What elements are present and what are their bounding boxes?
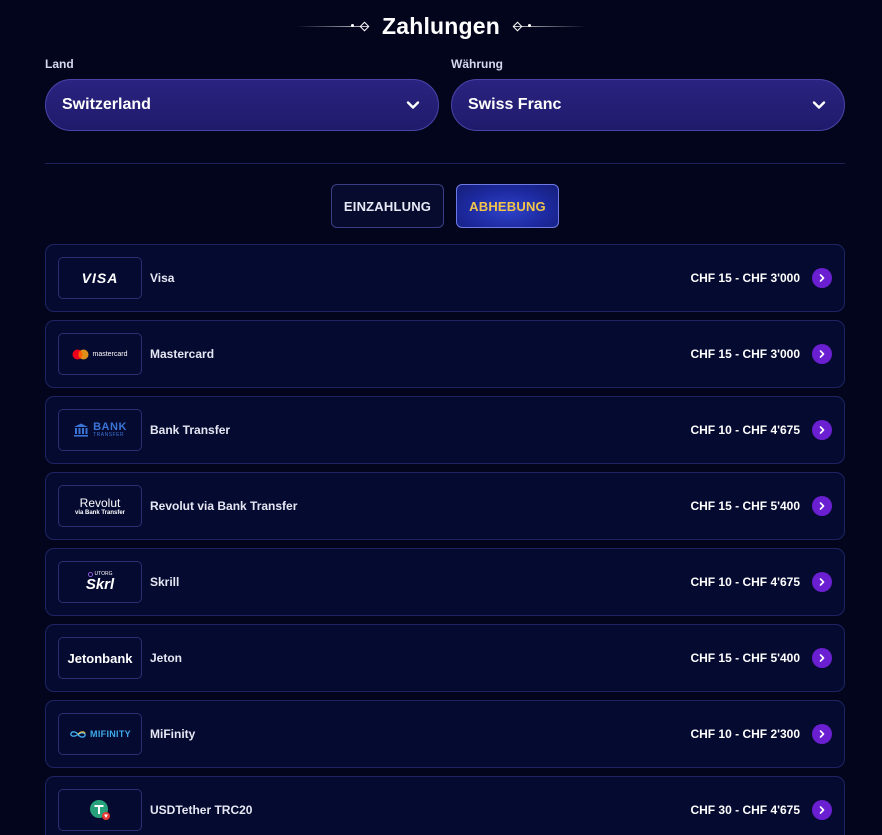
payment-method-name: Visa: [150, 271, 175, 285]
payment-method-name: Bank Transfer: [150, 423, 231, 437]
payment-method-name: Jeton: [150, 651, 183, 665]
payment-limits: CHF 15 - CHF 5'400: [690, 499, 800, 513]
bank-transfer-logo: BANK TRANSFER: [58, 409, 142, 451]
chevron-right-icon[interactable]: [812, 724, 832, 744]
jeton-logo: Jetonbank: [58, 637, 142, 679]
payment-method-name: Skrill: [150, 575, 180, 589]
currency-select[interactable]: Swiss Franc: [451, 79, 845, 131]
payment-method-name: USDTether TRC20: [150, 803, 253, 817]
chevron-right-icon[interactable]: [812, 420, 832, 440]
payment-limits: CHF 30 - CHF 4'675: [690, 803, 800, 817]
payment-row-jeton[interactable]: Jetonbank Jeton CHF 15 - CHF 5'400: [45, 624, 845, 692]
payment-row-mifinity[interactable]: MIFINITY MiFinity CHF 10 - CHF 2'300: [45, 700, 845, 768]
section-divider: [45, 163, 845, 164]
payment-row-mastercard[interactable]: mastercard Mastercard CHF 15 - CHF 3'000: [45, 320, 845, 388]
tab-deposit[interactable]: EINZAHLUNG: [331, 184, 444, 228]
mastercard-logo: mastercard: [58, 333, 142, 375]
skrill-logo: UTORG Skrl: [58, 561, 142, 603]
tab-withdrawal[interactable]: ABHEBUNG: [456, 184, 559, 228]
chevron-down-icon: [812, 101, 826, 109]
chevron-right-icon[interactable]: [812, 268, 832, 288]
mastercard-circles-icon: [72, 349, 89, 359]
visa-logo: VISA: [58, 257, 142, 299]
payment-method-name: Mastercard: [150, 347, 215, 361]
usdt-logo: [58, 789, 142, 831]
country-select[interactable]: Switzerland: [45, 79, 439, 131]
country-select-value: Switzerland: [62, 96, 151, 113]
mifinity-logo: MIFINITY: [58, 713, 142, 755]
revolut-logo: Revolut via Bank Transfer: [58, 485, 142, 527]
title-ornament-left: [295, 21, 370, 31]
payment-limits: CHF 15 - CHF 3'000: [690, 347, 800, 361]
country-label: Land: [45, 57, 74, 71]
payment-limits: CHF 10 - CHF 4'675: [690, 423, 800, 437]
payment-method-name: Revolut via Bank Transfer: [150, 499, 298, 513]
payment-limits: CHF 10 - CHF 2'300: [690, 727, 800, 741]
payment-row-skrill[interactable]: UTORG Skrl Skrill CHF 10 - CHF 4'675: [45, 548, 845, 616]
payment-row-revolut[interactable]: Revolut via Bank Transfer Revolut via Ba…: [45, 472, 845, 540]
chevron-right-icon[interactable]: [812, 800, 832, 820]
payment-row-bank-transfer[interactable]: BANK TRANSFER Bank Transfer CHF 10 - CHF…: [45, 396, 845, 464]
tether-icon: [90, 800, 110, 820]
chevron-right-icon[interactable]: [812, 572, 832, 592]
chevron-right-icon[interactable]: [812, 496, 832, 516]
chevron-right-icon[interactable]: [812, 344, 832, 364]
chevron-right-icon[interactable]: [812, 648, 832, 668]
title-ornament-right: [512, 21, 587, 31]
payment-row-visa[interactable]: VISA Visa CHF 15 - CHF 3'000: [45, 244, 845, 312]
bank-building-icon: [74, 423, 89, 437]
payment-row-usdt-trc20[interactable]: USDTether TRC20 CHF 30 - CHF 4'675: [45, 776, 845, 835]
page-header: Zahlungen: [0, 10, 882, 42]
mifinity-infinity-icon: [70, 730, 86, 738]
payment-limits: CHF 15 - CHF 5'400: [690, 651, 800, 665]
currency-label: Währung: [451, 57, 503, 71]
payment-method-name: MiFinity: [150, 727, 196, 741]
payment-limits: CHF 15 - CHF 3'000: [690, 271, 800, 285]
chevron-down-icon: [406, 101, 420, 109]
currency-select-value: Swiss Franc: [468, 96, 562, 113]
payment-limits: CHF 10 - CHF 4'675: [690, 575, 800, 589]
page-title: Zahlungen: [381, 12, 501, 39]
